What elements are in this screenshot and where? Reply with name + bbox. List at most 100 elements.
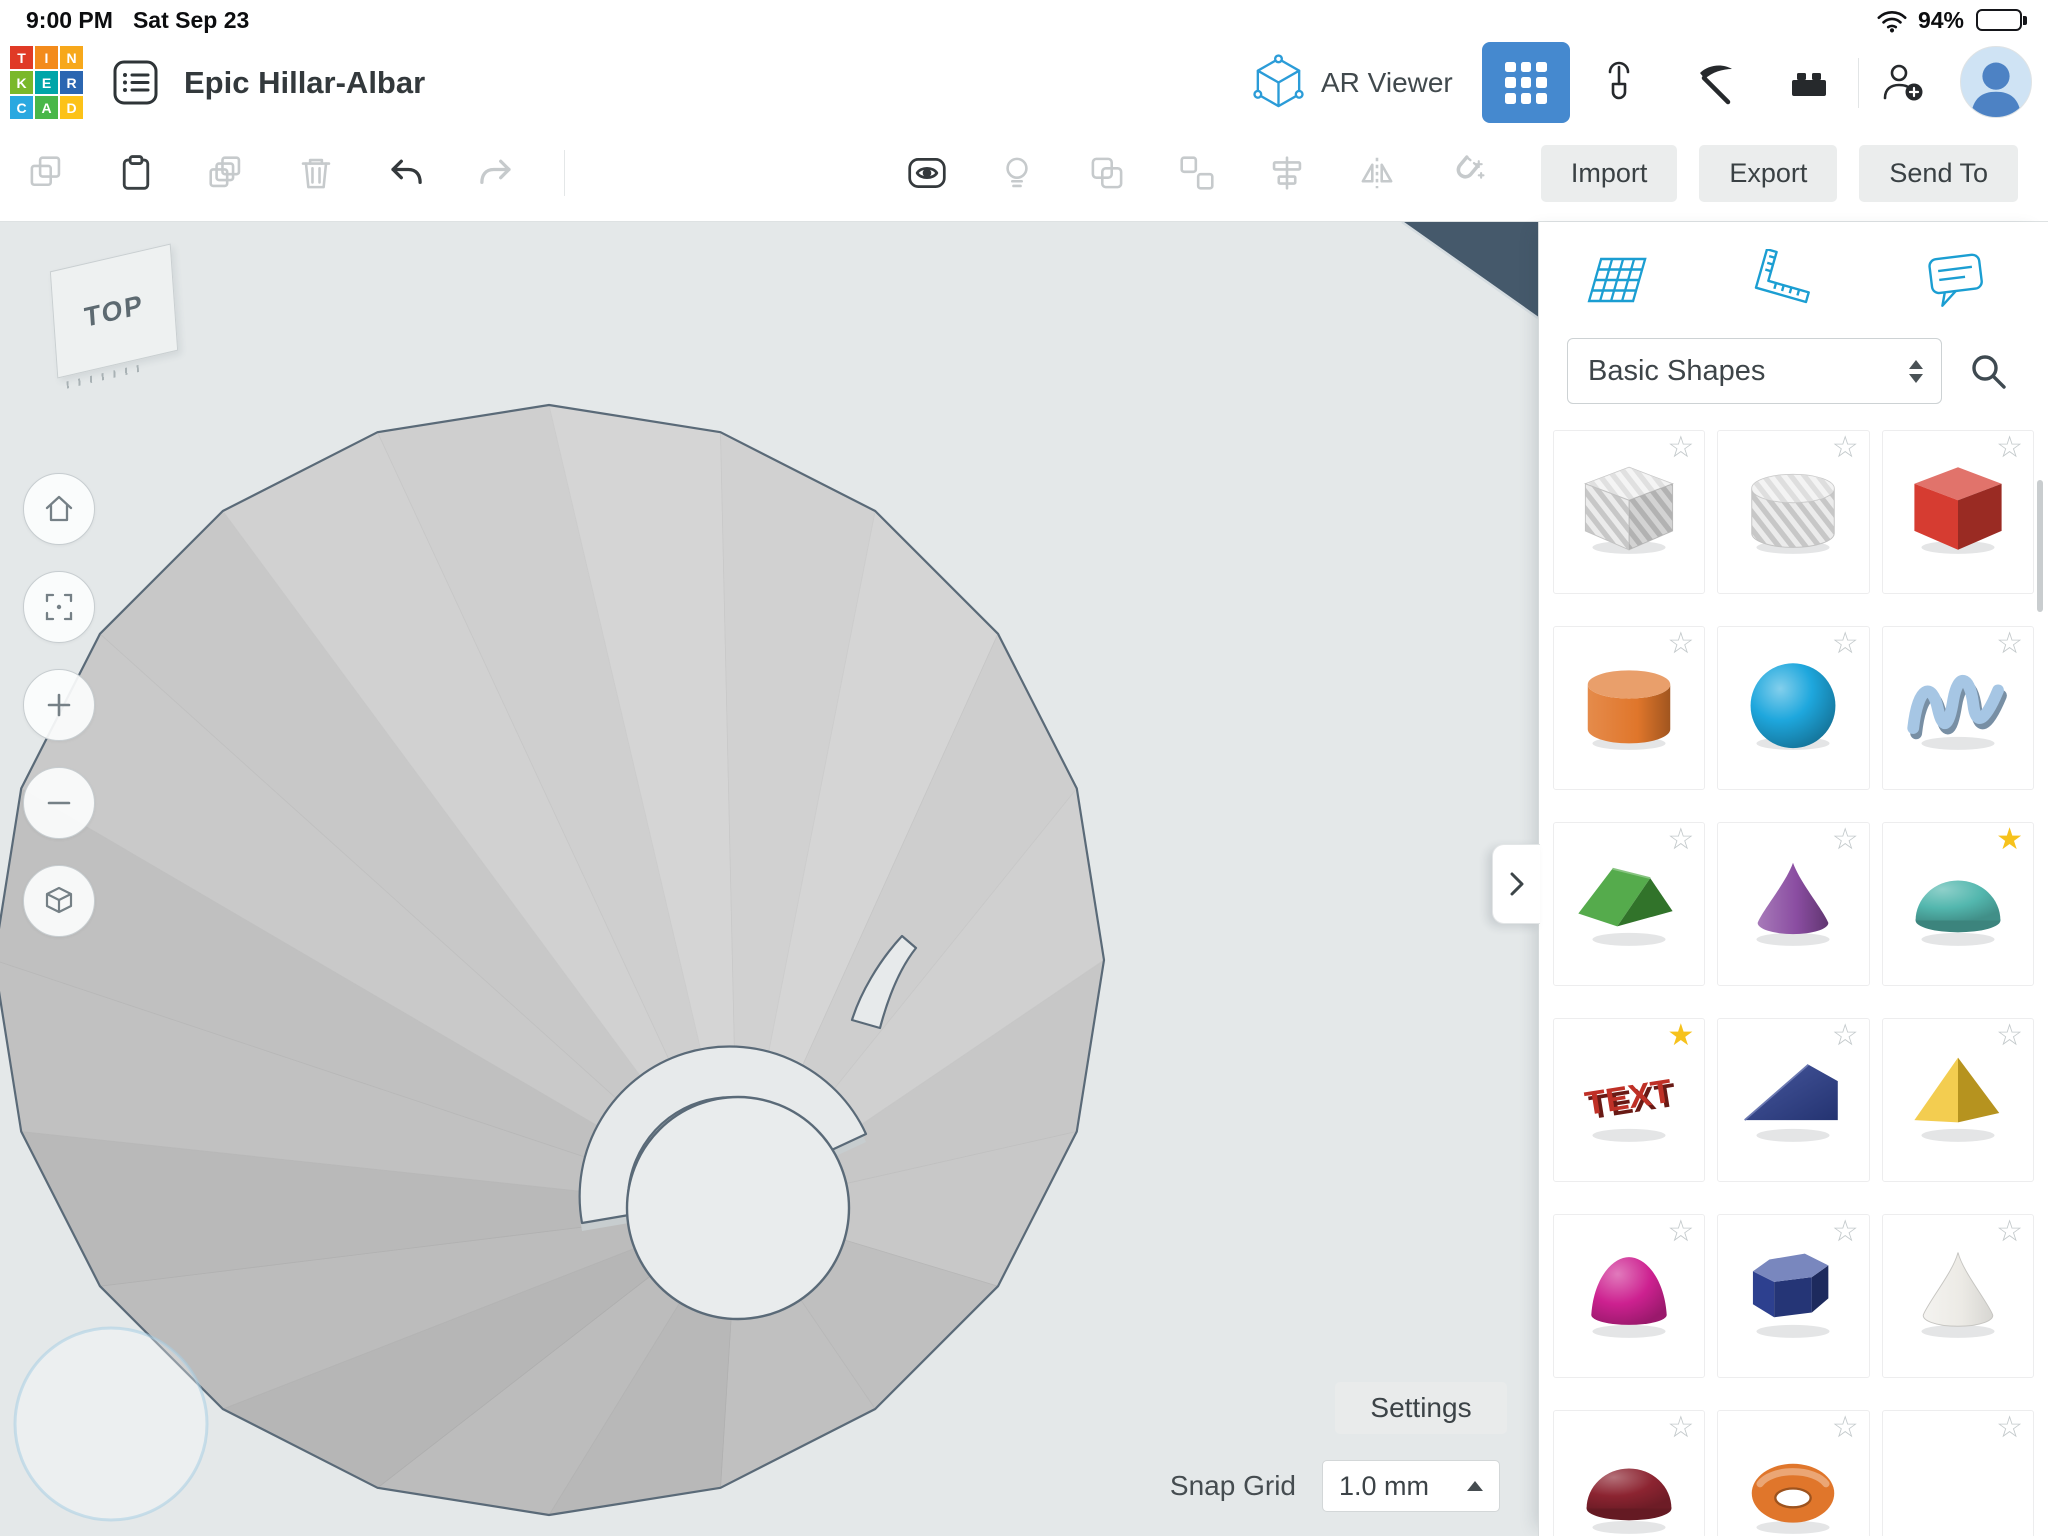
notes-tool-button[interactable] [1918,248,1996,314]
export-button[interactable]: Export [1699,144,1838,202]
paste-icon [122,155,150,190]
favorite-star-icon[interactable]: ☆ [1996,433,2023,463]
orbit-control[interactable] [13,1326,209,1522]
favorite-star-icon[interactable]: ☆ [1832,825,1859,855]
mirror-button[interactable] [1355,151,1399,195]
panel-collapse-button[interactable] [1492,844,1540,924]
battery-percent: 94% [1917,6,1964,33]
send-to-button[interactable]: Send To [1859,144,2018,202]
shape-tile-pyramid[interactable]: ☆ [1881,1018,2034,1182]
shape-tile-cylinder-hole[interactable]: ☆ [1717,430,1870,594]
shape-category-select[interactable]: Basic Shapes [1567,338,1942,404]
design-title: Epic Hillar-Albar [184,64,426,100]
favorite-star-icon[interactable]: ☆ [1996,629,2023,659]
hole-circle-object[interactable] [625,1095,851,1321]
profile-avatar[interactable] [1960,46,2032,118]
favorite-star-icon[interactable]: ☆ [1667,1413,1694,1443]
trash-icon [301,158,331,189]
hidden-shape-icon [1883,1439,2033,1536]
status-time: 9:00 PM [26,6,113,33]
shape-category-value: Basic Shapes [1588,354,1766,387]
wifi-icon [1876,8,1908,33]
shape-tile-scribble[interactable]: ☆ [1881,626,2034,790]
design-menu-button[interactable] [112,59,159,106]
sim-hand-button[interactable] [1592,56,1646,110]
show-all-button[interactable] [905,151,949,195]
dropdown-up-arrow-icon [1467,1481,1483,1491]
shape-tile-cone[interactable]: ☆ [1717,822,1870,986]
hand-touch-icon [1608,61,1630,100]
shape-tile-cylinder[interactable]: ☆ [1553,626,1706,790]
shapes-mode-button-active[interactable] [1482,42,1570,123]
undo-button[interactable] [384,151,428,195]
redo-button[interactable] [474,151,518,195]
favorite-star-icon[interactable]: ☆ [1667,1217,1694,1247]
shape-tile-box-hole[interactable]: ☆ [1553,430,1706,594]
perspective-toggle-button[interactable] [23,865,95,937]
minecraft-export-button[interactable] [1688,56,1742,110]
import-button[interactable]: Import [1540,144,1678,202]
snap-button[interactable] [1445,151,1489,195]
shape-category-row: Basic Shapes [1567,338,2020,404]
group-button[interactable] [1085,151,1129,195]
zoom-in-button[interactable] [23,669,95,741]
shape-search-button[interactable] [1956,339,2020,403]
favorite-star-icon[interactable]: ☆ [1832,433,1859,463]
workplane-tool-button[interactable] [1575,248,1653,314]
brick-export-button[interactable] [1782,56,1836,110]
3d-viewport[interactable]: TOP Settings Snap Grid 1.0 mm [0,222,1538,1536]
duplicate-icon [209,156,241,188]
shape-tile-hidden[interactable]: ☆ [1881,1410,2034,1536]
shape-tile-paraboloid[interactable]: ☆ [1553,1214,1706,1378]
avatar-person-icon [1970,62,2022,117]
favorite-star-filled-icon[interactable]: ★ [1996,825,2023,855]
snap-grid-select[interactable]: 1.0 mm [1322,1460,1500,1512]
shape-tile-soft-cone[interactable]: ☆ [1881,1214,2034,1378]
toolbar-separator [564,150,565,196]
share-user-button[interactable] [1876,56,1930,110]
ar-cube-icon [1253,54,1304,108]
paste-button[interactable] [114,151,158,195]
ar-viewer-button[interactable]: AR Viewer [1248,40,1453,125]
home-view-button[interactable] [23,473,95,545]
tinkercad-logo[interactable]: TIN KER CAD [10,46,83,119]
3d-scene[interactable] [0,222,1538,1536]
material-button[interactable] [995,151,1039,195]
copy-button[interactable] [24,151,68,195]
pyramid-shape-icon [1883,1047,2033,1146]
favorite-star-icon[interactable]: ☆ [1832,1413,1859,1443]
fit-view-button[interactable] [23,571,95,643]
shape-tile-wedge[interactable]: ☆ [1717,1018,1870,1182]
favorite-star-icon[interactable]: ☆ [1996,1413,2023,1443]
favorite-star-icon[interactable]: ☆ [1832,1217,1859,1247]
favorite-star-icon[interactable]: ☆ [1667,433,1694,463]
favorite-star-icon[interactable]: ☆ [1667,825,1694,855]
copy-icon [30,156,61,187]
delete-button[interactable] [294,151,338,195]
favorite-star-icon[interactable]: ☆ [1996,1217,2023,1247]
shape-tile-box[interactable]: ☆ [1881,430,2034,594]
snap-grid-value: 1.0 mm [1339,1470,1430,1501]
ungroup-button[interactable] [1175,151,1219,195]
favorite-star-icon[interactable]: ☆ [1832,629,1859,659]
header-separator [1858,58,1859,108]
panel-scrollbar[interactable] [2037,480,2043,612]
shape-tile-tube[interactable]: ☆ [1717,1410,1870,1536]
duplicate-button[interactable] [204,151,248,195]
shape-tile-sphere[interactable]: ☆ [1717,626,1870,790]
shape-tile-half-sphere[interactable]: ★ [1881,822,2034,986]
favorite-star-icon[interactable]: ☆ [1667,629,1694,659]
shape-tile-roof[interactable]: ☆ [1553,822,1706,986]
favorite-star-icon[interactable]: ☆ [1832,1021,1859,1051]
shape-tile-polygon[interactable]: ☆ [1717,1214,1870,1378]
roof-shape-icon [1554,851,1704,950]
home-icon [45,495,73,522]
settings-button[interactable]: Settings [1335,1382,1507,1434]
favorite-star-icon[interactable]: ☆ [1996,1021,2023,1051]
favorite-star-filled-icon[interactable]: ★ [1667,1021,1694,1051]
shape-tile-text[interactable]: ★ TEXT TEXT [1553,1018,1706,1182]
shape-tile-half-sphere-red[interactable]: ☆ [1553,1410,1706,1536]
zoom-out-button[interactable] [23,767,95,839]
align-button[interactable] [1265,151,1309,195]
ruler-tool-button[interactable] [1747,248,1825,314]
